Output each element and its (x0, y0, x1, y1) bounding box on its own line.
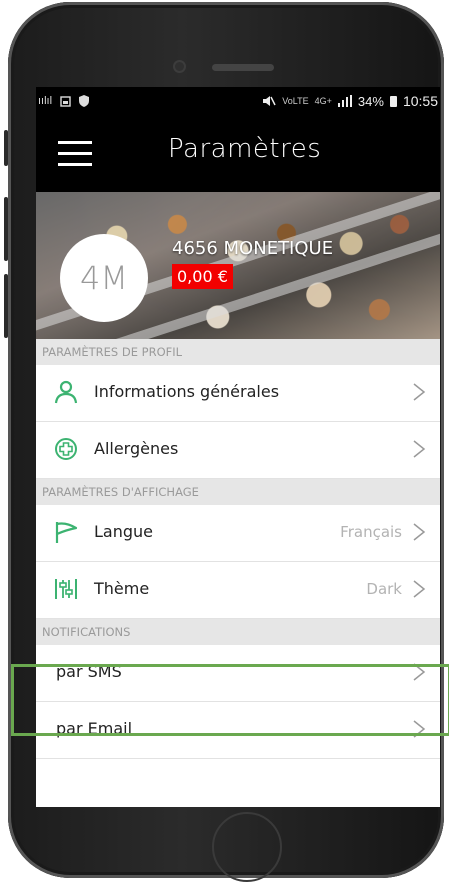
row-language[interactable]: Langue Français (36, 505, 440, 562)
shield-icon (79, 95, 90, 107)
profile-banner: 4M 4656 MONETIQUE 0,00 € (36, 192, 440, 339)
status-bar: ıılıl VoLTE 4G+ 34% 10:55 (36, 87, 440, 117)
sliders-icon (55, 579, 77, 599)
section-header-notifications: NOTIFICATIONS (36, 619, 440, 645)
home-button[interactable] (212, 812, 282, 882)
balance-badge: 0,00 € (172, 264, 233, 289)
row-label: Thème (94, 579, 150, 598)
row-value: Dark (366, 580, 402, 598)
row-label: Allergènes (94, 439, 179, 458)
earpiece-speaker (212, 64, 274, 71)
volte-indicator: VoLTE (282, 96, 309, 106)
cellular-signal-icon (337, 95, 352, 107)
screen: ıılıl VoLTE 4G+ 34% 10:55 Paramètres 4M … (36, 87, 440, 807)
chevron-right-icon (413, 663, 426, 681)
chevron-right-icon (413, 720, 426, 738)
network-indicator: 4G+ (314, 96, 332, 106)
chevron-right-icon (413, 523, 426, 541)
row-email-notifications[interactable]: par Email (36, 702, 440, 759)
hamburger-menu-icon[interactable] (58, 141, 92, 167)
chevron-right-icon (413, 383, 426, 401)
account-name: 4656 MONETIQUE (172, 238, 334, 259)
row-label: par SMS (56, 662, 122, 681)
row-label: par Email (56, 719, 133, 738)
settings-list: PARAMÈTRES DE PROFIL Informations généra… (36, 339, 440, 807)
app-bar: Paramètres (36, 117, 440, 192)
page-title: Paramètres (168, 134, 322, 164)
row-theme[interactable]: Thème Dark (36, 562, 440, 619)
row-allergens[interactable]: Allergènes (36, 422, 440, 479)
signal-strength-text: ıılıl (38, 95, 53, 107)
chevron-right-icon (413, 580, 426, 598)
row-sms-notifications[interactable]: par SMS (36, 645, 440, 702)
battery-percent: 34% (357, 93, 384, 109)
side-button (4, 274, 8, 338)
row-label: Langue (94, 522, 153, 541)
section-header-profile: PARAMÈTRES DE PROFIL (36, 339, 440, 365)
side-button (4, 130, 8, 166)
photo-icon (60, 95, 71, 107)
clock: 10:55 (402, 93, 438, 109)
row-label: Informations générales (94, 382, 280, 401)
avatar[interactable]: 4M (60, 234, 148, 322)
row-value: Français (340, 523, 402, 541)
person-icon (54, 380, 78, 404)
row-general-info[interactable]: Informations générales (36, 365, 440, 422)
plus-circle-icon (55, 438, 77, 460)
section-header-display: PARAMÈTRES D'AFFICHAGE (36, 479, 440, 505)
flag-icon (55, 522, 78, 543)
battery-icon (389, 95, 397, 107)
front-camera (173, 60, 186, 73)
side-button (4, 197, 8, 261)
chevron-right-icon (413, 440, 426, 458)
mute-icon (263, 96, 276, 106)
